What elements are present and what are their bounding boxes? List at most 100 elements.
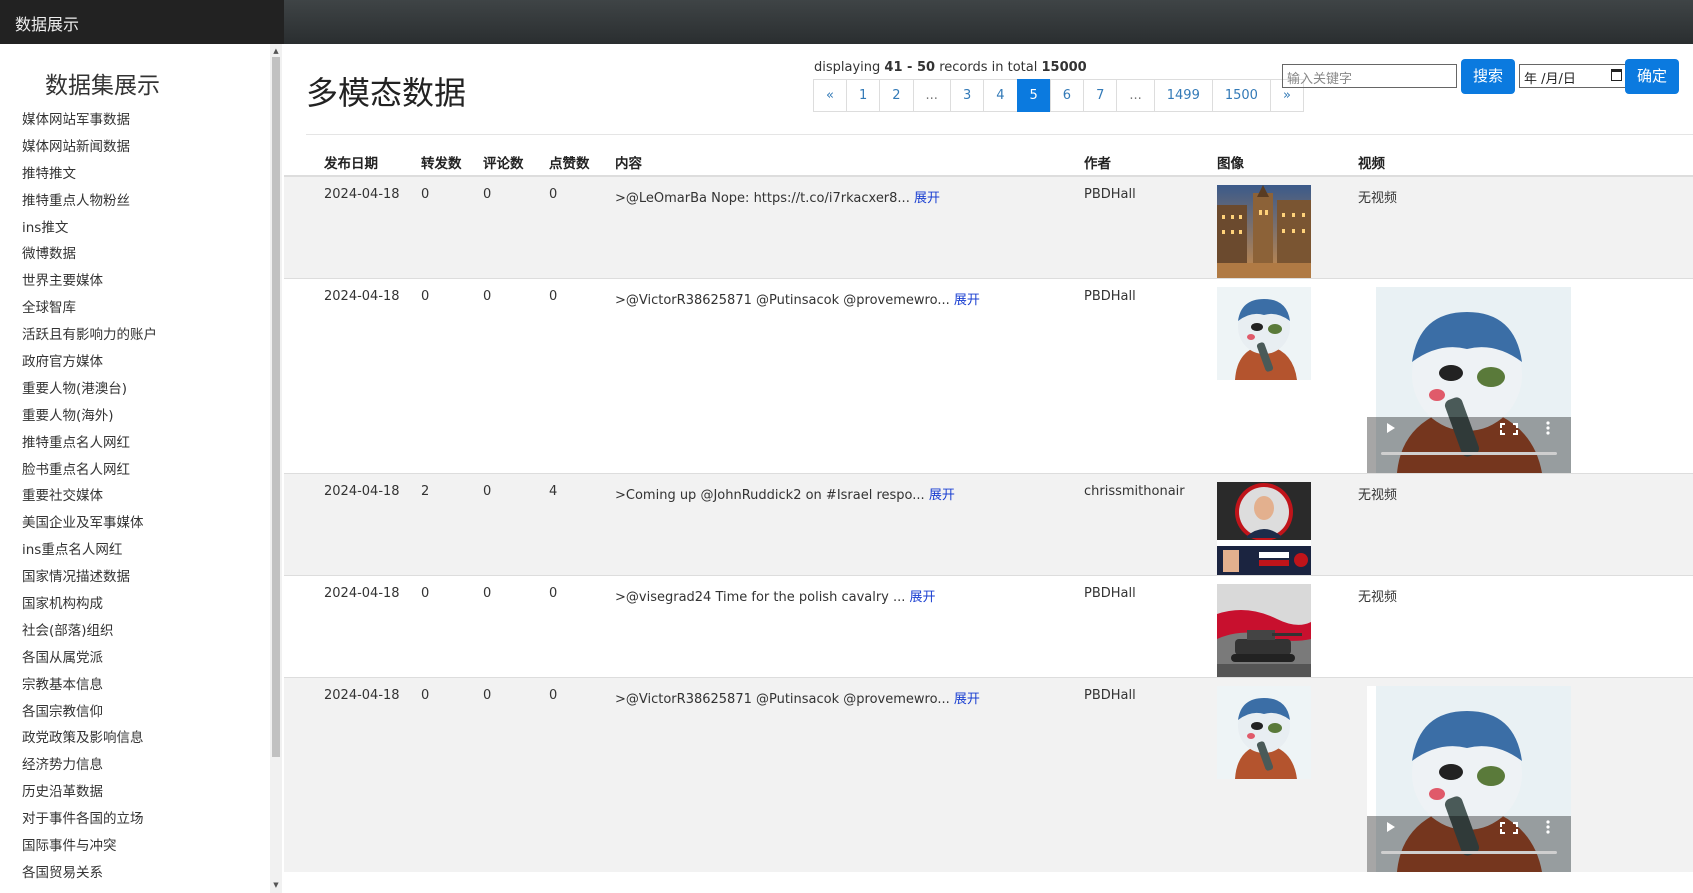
column-header: 评论数 xyxy=(483,148,549,177)
cell-reposts: 0 xyxy=(421,175,483,279)
row-spacer xyxy=(284,175,324,279)
sidebar-item[interactable]: 宗教基本信息 xyxy=(22,675,157,702)
sidebar-item[interactable]: 微博数据 xyxy=(22,244,157,271)
content-text: >@LeOmarBa Nope: https://t.co/i7rkacxer8… xyxy=(615,191,910,206)
page-link[interactable]: 3 xyxy=(949,79,985,112)
tank-flag-image[interactable] xyxy=(1217,584,1311,677)
scroll-down-arrow-icon[interactable]: ▼ xyxy=(272,881,280,889)
page-prev-link[interactable]: « xyxy=(813,79,847,112)
pagination-info-middle: records in total xyxy=(939,60,1038,75)
expand-link[interactable]: 展开 xyxy=(910,590,936,605)
column-header: 作者 xyxy=(1084,148,1217,177)
sidebar-item[interactable]: ins重点名人网红 xyxy=(22,540,157,567)
sidebar-item[interactable]: 国家机构构成 xyxy=(22,594,157,621)
video-player[interactable] xyxy=(1367,287,1571,473)
sidebar-item[interactable]: 推特重点人物粉丝 xyxy=(22,191,157,218)
sidebar-item[interactable]: 各国宗教信仰 xyxy=(22,702,157,729)
header-spacer xyxy=(284,148,324,177)
sidebar-item[interactable]: 脸书重点名人网红 xyxy=(22,460,157,487)
column-header: 图像 xyxy=(1217,148,1358,177)
sidebar-item[interactable]: 美国企业及军事媒体 xyxy=(22,513,157,540)
table-row: 2024-04-18 0 0 0 >@LeOmarBa Nope: https:… xyxy=(284,175,1693,279)
penguin-cartoon-image[interactable] xyxy=(1217,686,1311,779)
page-title: 多模态数据 xyxy=(306,74,467,112)
top-navbar: 数据展示 xyxy=(0,0,1693,44)
cell-content: >@visegrad24 Time for the polish cavalry… xyxy=(615,575,1084,678)
sidebar-item[interactable]: 活跃且有影响力的账户 xyxy=(22,325,157,352)
page-ellipsis: ... xyxy=(1116,79,1155,112)
page-link[interactable]: 4 xyxy=(983,79,1018,112)
date-input[interactable]: 年 /月/日 xyxy=(1519,64,1627,88)
cell-author: PBDHall xyxy=(1084,575,1217,678)
sidebar-item[interactable]: ins推文 xyxy=(22,218,157,245)
pagination-range: 41 - 50 xyxy=(884,60,936,75)
sidebar-item[interactable]: 对于事件各国的立场 xyxy=(22,809,157,836)
cell-likes: 0 xyxy=(549,575,615,678)
cell-image xyxy=(1217,575,1358,678)
cell-date: 2024-04-18 xyxy=(324,278,421,474)
sidebar-item[interactable]: 重要人物(海外) xyxy=(22,406,157,433)
cell-image xyxy=(1217,677,1358,872)
cell-likes: 4 xyxy=(549,473,615,576)
sidebar-item[interactable]: 推特推文 xyxy=(22,164,157,191)
video-player[interactable] xyxy=(1367,686,1571,872)
sidebar-item[interactable]: 全球智库 xyxy=(22,298,157,325)
sidebar-item[interactable]: 世界主要媒体 xyxy=(22,271,157,298)
sidebar-scrollbar-thumb[interactable] xyxy=(272,57,280,757)
page-link[interactable]: 1 xyxy=(845,79,881,112)
sidebar-item[interactable]: 媒体网站新闻数据 xyxy=(22,137,157,164)
cell-video xyxy=(1358,278,1693,474)
sidebar-item[interactable]: 媒体网站军事数据 xyxy=(22,110,157,137)
cell-date: 2024-04-18 xyxy=(324,175,421,279)
penguin-cartoon-image[interactable] xyxy=(1217,287,1311,380)
sidebar-item[interactable]: 社会(部落)组织 xyxy=(22,621,157,648)
brand-title[interactable]: 数据展示 xyxy=(15,11,79,35)
page-link[interactable]: 2 xyxy=(879,79,914,112)
table-header-row: 发布日期 转发数 评论数 点赞数 内容 作者 图像 视频 xyxy=(284,148,1693,177)
table-row: 2024-04-18 2 0 4 >Coming up @JohnRuddick… xyxy=(284,473,1693,576)
sidebar-item[interactable]: 各国贸易关系 xyxy=(22,863,157,890)
sidebar-item[interactable]: 历史沿革数据 xyxy=(22,782,157,809)
row-spacer xyxy=(284,473,324,576)
city-square-image[interactable] xyxy=(1217,185,1311,278)
page-link[interactable]: 1499 xyxy=(1153,79,1213,112)
more-options-icon xyxy=(1546,820,1550,834)
expand-link[interactable]: 展开 xyxy=(914,191,940,206)
cell-likes: 0 xyxy=(549,278,615,474)
sidebar-item[interactable]: 政府官方媒体 xyxy=(22,352,157,379)
expand-link[interactable]: 展开 xyxy=(929,488,955,503)
sidebar-item[interactable]: 推特重点名人网红 xyxy=(22,433,157,460)
sidebar-item[interactable]: 各国从属党派 xyxy=(22,648,157,675)
expand-link[interactable]: 展开 xyxy=(954,692,980,707)
search-button[interactable]: 搜索 xyxy=(1461,59,1515,94)
header-divider xyxy=(306,134,1693,135)
search-input[interactable]: 输入关键字 xyxy=(1282,64,1457,88)
sidebar-item[interactable]: 经济势力信息 xyxy=(22,755,157,782)
show-promo-image[interactable] xyxy=(1217,482,1311,575)
column-header: 视频 xyxy=(1358,148,1693,177)
sidebar-item[interactable]: 重要社交媒体 xyxy=(22,486,157,513)
page-link-active[interactable]: 5 xyxy=(1016,79,1051,112)
sidebar-item[interactable]: 国家情况描述数据 xyxy=(22,567,157,594)
cell-video: 无视频 xyxy=(1358,473,1693,576)
page-link[interactable]: 6 xyxy=(1049,79,1085,112)
sidebar-item[interactable]: 政党政策及影响信息 xyxy=(22,728,157,755)
cell-content: >@VictorR38625871 @Putinsacok @provemewr… xyxy=(615,677,1084,872)
scroll-up-arrow-icon[interactable]: ▲ xyxy=(272,47,280,55)
page-link[interactable]: 7 xyxy=(1083,79,1118,112)
sidebar-item[interactable]: 重要人物(港澳台) xyxy=(22,379,157,406)
column-header: 转发数 xyxy=(421,148,483,177)
page-link[interactable]: 1500 xyxy=(1211,79,1271,112)
pagination-info-prefix: displaying xyxy=(814,60,881,75)
cell-content: >@VictorR38625871 @Putinsacok @provemewr… xyxy=(615,278,1084,474)
column-header: 点赞数 xyxy=(549,148,615,177)
sidebar-item[interactable]: 国际事件与冲突 xyxy=(22,836,157,863)
pagination: «1 2... 3 4 5 6 7... 1499 1500» xyxy=(813,79,1304,112)
expand-link[interactable]: 展开 xyxy=(954,293,980,308)
column-header: 内容 xyxy=(615,148,1084,177)
calendar-icon[interactable] xyxy=(1611,69,1622,81)
pagination-info: displaying 41 - 50 records in total 1500… xyxy=(814,60,1087,75)
cell-author: PBDHall xyxy=(1084,278,1217,474)
confirm-button[interactable]: 确定 xyxy=(1625,59,1679,94)
row-spacer xyxy=(284,278,324,474)
